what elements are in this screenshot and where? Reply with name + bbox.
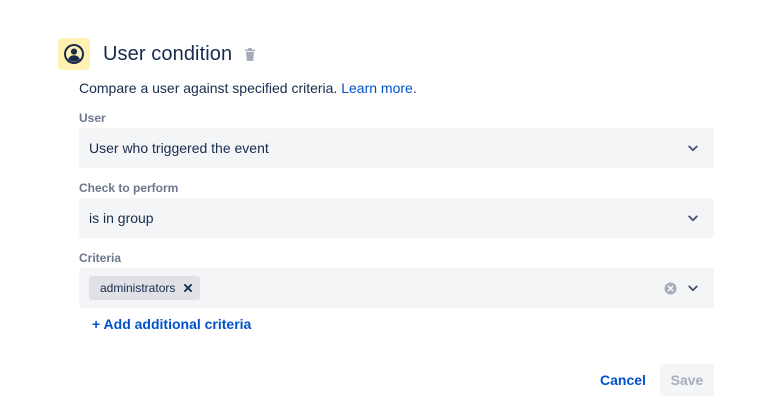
description-suffix: .	[412, 80, 417, 96]
user-condition-panel: User condition Compare a user against sp…	[0, 0, 780, 415]
criteria-field-label: Criteria	[79, 251, 122, 265]
learn-more-link[interactable]: Learn more	[341, 80, 413, 96]
user-field-label: User	[79, 111, 106, 125]
save-button[interactable]: Save	[660, 364, 714, 396]
cancel-button[interactable]: Cancel	[592, 364, 654, 396]
panel-header: User condition	[58, 38, 257, 70]
chevron-down-icon[interactable]	[686, 281, 700, 295]
clear-icon[interactable]	[663, 281, 677, 295]
criteria-tag: administrators	[89, 276, 201, 300]
chevron-down-icon[interactable]	[686, 211, 700, 225]
chevron-down-icon[interactable]	[686, 141, 700, 155]
condition-description: Compare a user against specified criteri…	[79, 80, 417, 96]
description-text: Compare a user against specified criteri…	[79, 80, 342, 96]
page-title: User condition	[103, 42, 233, 65]
check-field-label: Check to perform	[79, 181, 179, 195]
check-select[interactable]: is in group	[79, 198, 714, 238]
trash-icon[interactable]	[243, 47, 257, 61]
criteria-tag-label: administrators	[100, 281, 176, 295]
user-select-value: User who triggered the event	[89, 140, 269, 156]
add-criteria-link[interactable]: + Add additional criteria	[92, 316, 251, 332]
check-select-value: is in group	[89, 210, 154, 226]
user-avatar-icon	[58, 38, 90, 70]
criteria-multiselect[interactable]: administrators	[79, 268, 714, 308]
user-select[interactable]: User who triggered the event	[79, 128, 714, 168]
close-icon[interactable]	[182, 282, 194, 294]
